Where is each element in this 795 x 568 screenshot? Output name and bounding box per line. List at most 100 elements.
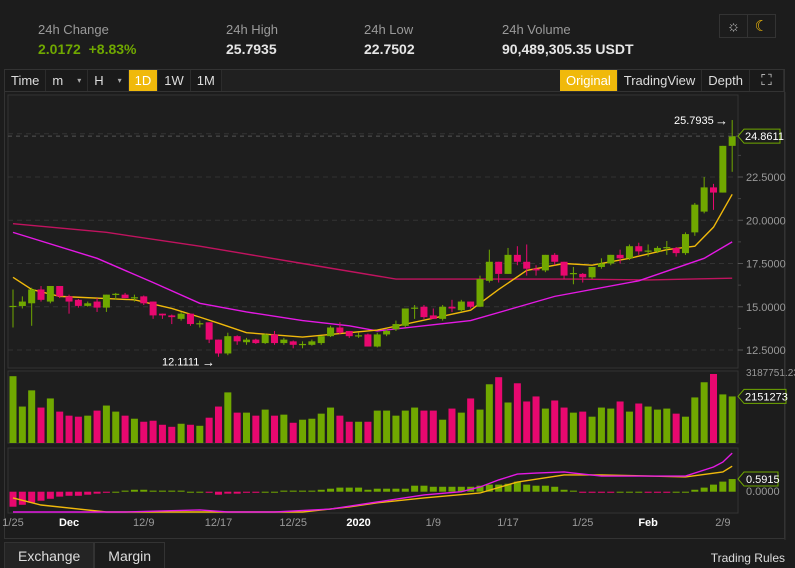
candle-body bbox=[149, 301, 157, 316]
volume-bar bbox=[224, 392, 232, 443]
candle-body bbox=[186, 313, 194, 325]
macd-histogram-bar bbox=[56, 491, 64, 497]
volume-bar bbox=[569, 412, 577, 443]
candle-body bbox=[243, 339, 250, 343]
volume-bar bbox=[588, 416, 596, 443]
macd-histogram-bar bbox=[289, 490, 297, 492]
volume-bar bbox=[56, 411, 64, 443]
macd-histogram-bar bbox=[233, 491, 241, 494]
x-axis-label: 1/17 bbox=[497, 517, 518, 529]
volume-bar bbox=[205, 417, 213, 443]
volume-bar bbox=[625, 411, 633, 443]
last-price-label: 24.8611 bbox=[745, 131, 784, 143]
x-axis-label: 12/25 bbox=[279, 517, 307, 529]
price-axis-label: 12.5000 bbox=[746, 345, 786, 357]
macd-histogram-bar bbox=[261, 491, 269, 493]
macd-histogram-bar bbox=[121, 490, 129, 492]
candle-body bbox=[121, 294, 129, 299]
volume-bar bbox=[495, 377, 503, 443]
macd-histogram-bar bbox=[112, 491, 120, 493]
candle-body bbox=[214, 339, 222, 354]
candle-body bbox=[74, 299, 82, 306]
macd-histogram-bar bbox=[607, 491, 615, 493]
macd-histogram-bar bbox=[439, 486, 447, 492]
volume-bar bbox=[653, 409, 661, 443]
candle-body bbox=[411, 307, 419, 309]
volume-bar bbox=[102, 405, 110, 443]
volume-bar bbox=[681, 416, 689, 443]
volume-bar bbox=[710, 373, 717, 443]
volume-bar bbox=[177, 423, 185, 443]
macd-histogram-bar bbox=[355, 487, 363, 492]
arrow-right-icon: → bbox=[202, 355, 215, 370]
volume-bar bbox=[271, 415, 279, 443]
macd-zero-label: 0.0000 bbox=[746, 486, 780, 498]
macd-histogram-bar bbox=[616, 491, 624, 493]
trading-rules-link[interactable]: Trading Rules bbox=[711, 551, 785, 565]
candle-body bbox=[560, 261, 568, 276]
volume-bar bbox=[616, 401, 624, 443]
volume-bar bbox=[476, 409, 484, 443]
candle-body bbox=[448, 306, 456, 309]
macd-histogram-bar bbox=[308, 490, 316, 492]
candle-body bbox=[289, 341, 297, 345]
macd-histogram-bar bbox=[130, 489, 138, 492]
candle-body bbox=[616, 254, 624, 259]
macd-histogram-bar bbox=[168, 490, 176, 492]
macd-histogram-bar bbox=[681, 491, 689, 493]
candle-body bbox=[299, 343, 307, 346]
candle-body bbox=[569, 273, 577, 275]
macd-histogram-bar bbox=[18, 491, 26, 505]
macd-histogram-bar bbox=[364, 489, 372, 492]
candle-body bbox=[551, 254, 559, 262]
volume-bar bbox=[364, 421, 372, 443]
macd-histogram-bar bbox=[149, 490, 157, 492]
macd-histogram-bar bbox=[93, 491, 101, 494]
macd-histogram-bar bbox=[569, 490, 577, 492]
candle-body bbox=[9, 305, 17, 308]
macd-histogram-bar bbox=[243, 491, 250, 493]
candle-body bbox=[467, 301, 475, 307]
candle-body bbox=[158, 313, 166, 316]
tab-exchange[interactable]: Exchange bbox=[4, 542, 95, 568]
candle-body bbox=[196, 323, 204, 325]
x-axis-label: 2/9 bbox=[715, 517, 730, 529]
macd-histogram-bar bbox=[271, 491, 279, 493]
volume-bar bbox=[289, 422, 297, 443]
volume-bar bbox=[214, 406, 222, 443]
volume-bar bbox=[523, 401, 531, 443]
macd-histogram-bar bbox=[710, 484, 717, 492]
macd-histogram-bar bbox=[597, 491, 605, 493]
x-axis-label: Feb bbox=[638, 517, 658, 529]
candle-body bbox=[261, 334, 269, 344]
volume-bar bbox=[429, 410, 437, 443]
macd-histogram-bar bbox=[177, 490, 185, 492]
macd-histogram-bar bbox=[214, 491, 222, 495]
price-axis-label: 22.5000 bbox=[746, 172, 786, 184]
tab-margin[interactable]: Margin bbox=[94, 542, 166, 568]
volume-bar bbox=[345, 421, 353, 443]
macd-histogram-bar bbox=[74, 491, 82, 496]
volume-bar bbox=[672, 413, 680, 443]
candle-body bbox=[401, 308, 409, 326]
volume-bar bbox=[243, 412, 250, 443]
volume-bar bbox=[541, 408, 549, 443]
macd-histogram-bar bbox=[541, 485, 549, 492]
price-chart[interactable]: 12.5000 15.0000 17.5000 20.0000 22.5000 24.86… bbox=[0, 0, 795, 568]
volume-bar bbox=[18, 406, 26, 443]
macd-histogram-bar bbox=[691, 489, 699, 492]
volume-bar bbox=[317, 413, 325, 443]
high-marker-label: 25.7935 bbox=[674, 115, 714, 127]
macd-histogram-bar bbox=[672, 491, 680, 493]
candle-body bbox=[513, 254, 521, 262]
candle-body bbox=[327, 327, 335, 337]
macd-histogram-bar bbox=[196, 491, 204, 493]
macd-histogram-bar bbox=[644, 491, 652, 493]
macd-histogram-bar bbox=[280, 490, 288, 492]
candle-body bbox=[18, 301, 26, 307]
volume-bar bbox=[168, 426, 176, 443]
candle-body bbox=[364, 334, 372, 347]
macd-histogram-bar bbox=[46, 491, 54, 499]
volume-bar bbox=[635, 403, 643, 443]
volume-bar bbox=[532, 396, 540, 443]
